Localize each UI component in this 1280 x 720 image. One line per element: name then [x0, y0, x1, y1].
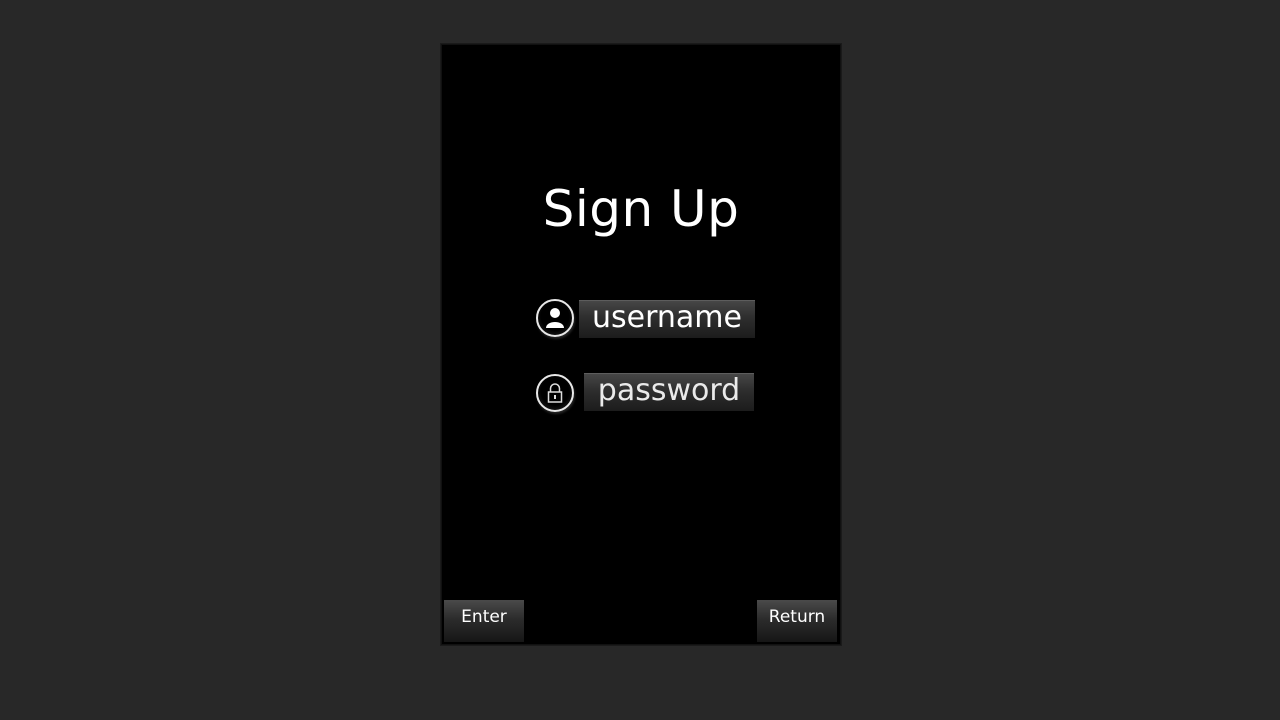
lock-icon	[536, 374, 574, 412]
password-field[interactable]: password	[584, 373, 754, 411]
signup-panel: Sign Up username password Enter Return	[441, 44, 841, 645]
enter-button[interactable]: Enter	[444, 600, 524, 642]
return-button[interactable]: Return	[757, 600, 837, 642]
app-window: Sign Up username password Enter Return	[0, 0, 1280, 720]
user-icon	[536, 299, 574, 337]
page-title: Sign Up	[542, 180, 740, 238]
username-field[interactable]: username	[579, 300, 755, 338]
